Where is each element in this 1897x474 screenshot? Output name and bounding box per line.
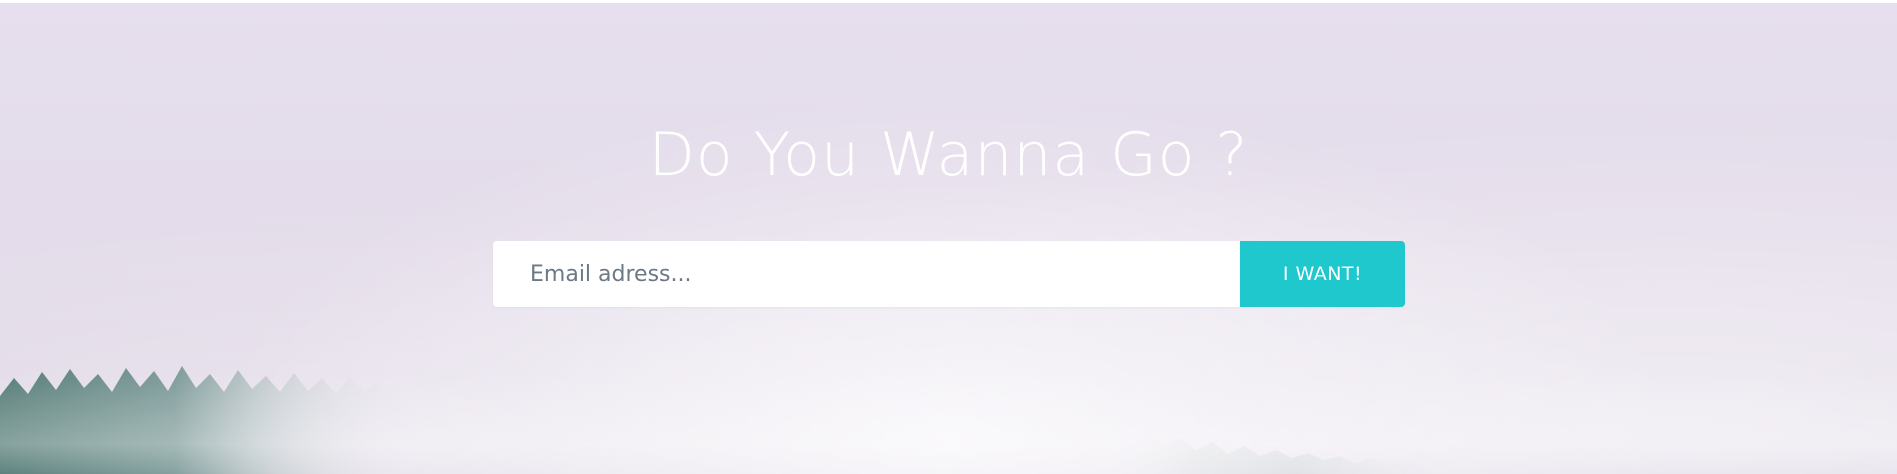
hero-section: Do You Wanna Go ? I WANT! [0, 0, 1897, 474]
hero-content: Do You Wanna Go ? I WANT! [0, 3, 1897, 474]
email-signup-form: I WANT! [493, 241, 1405, 307]
email-input[interactable] [493, 241, 1240, 307]
i-want-button[interactable]: I WANT! [1240, 241, 1405, 307]
hero-title: Do You Wanna Go ? [648, 120, 1249, 190]
